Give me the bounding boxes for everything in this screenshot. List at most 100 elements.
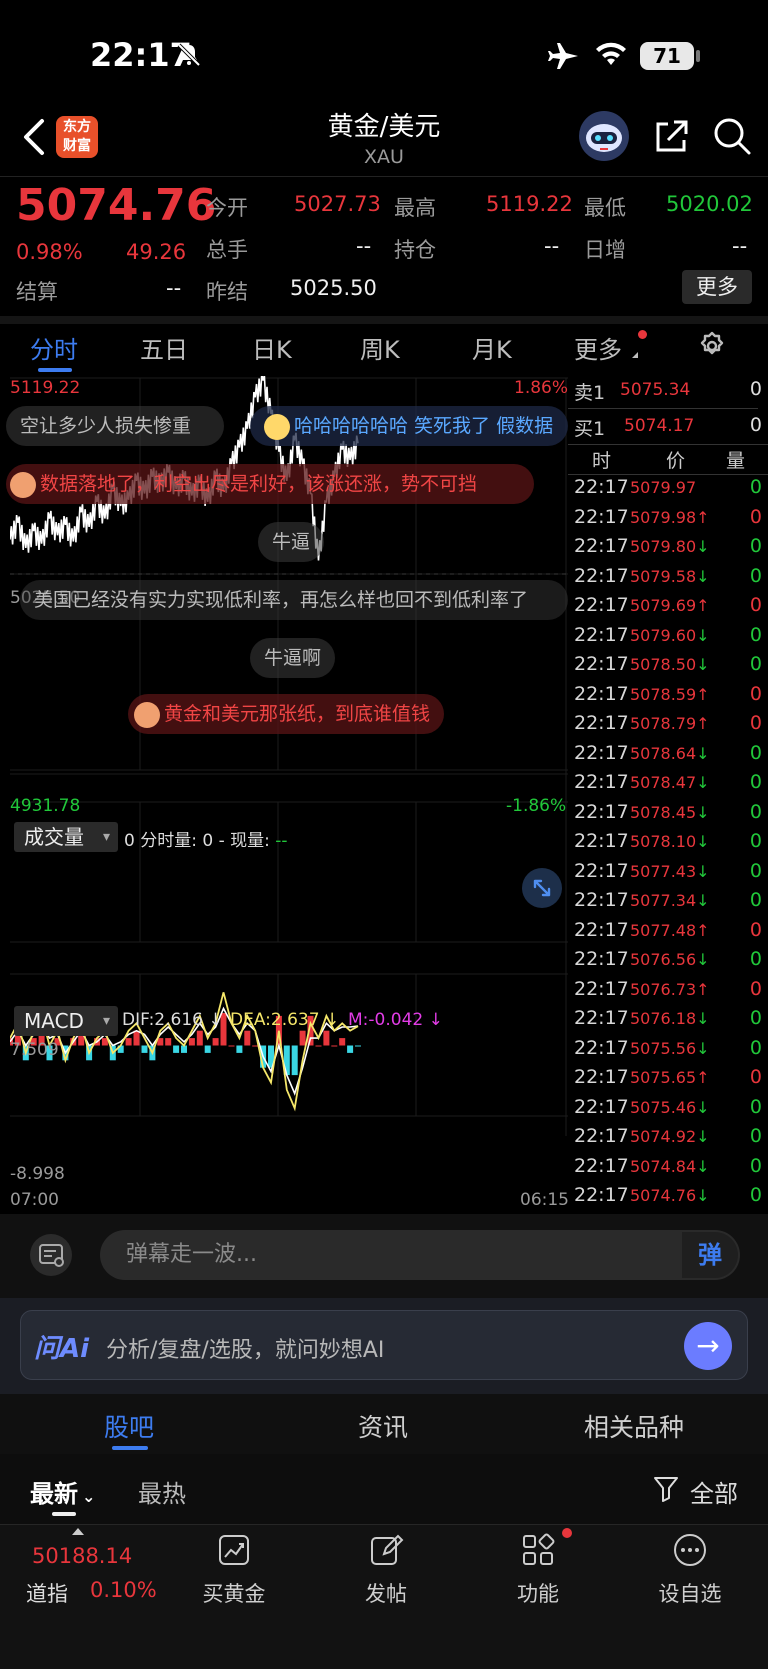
danmu-comment[interactable]: 空让多少人损失惨重 [6,406,224,446]
tick-time: 22:17 [574,682,629,705]
filter-hot[interactable]: 最热 [138,1474,186,1509]
nav-buy-gold[interactable]: 买黄金 [184,1578,284,1608]
ai-input[interactable]: 分析/复盘/选股，就问妙想AI [106,1332,384,1364]
high-value: 5119.22 [486,192,573,216]
filter-indicator [52,1512,76,1516]
notification-dot [562,1528,572,1538]
filter-icon[interactable] [652,1474,680,1504]
tick-time: 22:17 [574,918,629,941]
tick-row: 22:17 5075.46↓ 0 [568,1096,768,1126]
macd-bar [196,1030,203,1046]
bid-row: 买1 5074.17 0 [568,414,768,444]
danmu-comment[interactable]: 牛逼啊 [250,638,336,678]
ask-row: 卖1 5075.34 0 [568,378,768,408]
header-divider [0,176,768,177]
danmu-comment[interactable]: 美国已经没有实力实现低利率，再怎么样也回不到低利率了 [20,580,568,620]
tick-time: 22:17 [574,1154,629,1177]
compose-icon[interactable] [368,1532,404,1568]
danmu-settings-icon[interactable] [30,1234,72,1276]
tick-header: 时 价 量 [568,446,768,476]
low-value: 5020.02 [666,192,753,216]
back-icon[interactable] [22,118,46,156]
tick-direction-icon: ↓ [696,1009,710,1028]
danmu-input[interactable]: 弹幕走一波... [100,1230,740,1280]
tick-direction-icon: ↓ [696,625,710,645]
macd-bar [188,1038,195,1046]
more-options-icon[interactable] [672,1532,708,1568]
tick-row: 22:17 5079.97 0 [568,476,768,506]
chevron-down-icon: ⌄ [82,1487,96,1506]
nav-post[interactable]: 发帖 [336,1578,436,1608]
tick-price: 5076.73↑ [630,980,710,999]
tab-monthly-k[interactable]: 月K [472,330,512,365]
expand-icon[interactable] [522,868,562,908]
app-logo[interactable]: 东方 财富 [56,116,98,158]
ai-robot-icon[interactable] [578,110,630,162]
tick-volume: 0 [749,948,762,970]
volume-indicator-select[interactable]: 成交量 [14,822,118,852]
tick-price: 5078.64↓ [630,744,710,763]
index-percent[interactable]: 0.10% [90,1578,157,1602]
buy-gold-icon[interactable] [216,1532,252,1568]
wifi-icon [596,42,626,65]
tick-row: 22:17 5078.79↑ 0 [568,712,768,742]
tick-row: 22:17 5074.76↓ 0 [568,1184,768,1214]
tab-forum[interactable]: 股吧 [104,1408,154,1444]
tick-time: 22:17 [574,1036,629,1059]
tick-price-value: 5079.97 [630,478,697,497]
tab-news[interactable]: 资讯 [358,1408,408,1444]
tick-price-value: 5077.43 [630,861,697,881]
macd-dif-value: DIF:2.616 ↓ [122,1010,223,1030]
index-name[interactable]: 道指 [26,1578,68,1608]
tick-price-value: 5079.69 [630,596,697,615]
danmu-comment[interactable]: 牛逼 [258,522,325,562]
macd-bar [331,1045,338,1047]
filter-latest-label: 最新 [30,1480,78,1508]
gear-icon[interactable] [696,330,728,362]
filter-all[interactable]: 全部 [690,1474,738,1509]
bid-price: 5074.17 [624,416,695,436]
tab-weekly-k[interactable]: 周K [360,330,400,365]
apps-icon[interactable] [520,1532,556,1568]
more-quote-button[interactable]: 更多 [682,270,752,304]
nav-functions[interactable]: 功能 [488,1578,588,1608]
tick-price-value: 5078.47 [630,773,697,792]
tick-time: 22:17 [574,771,629,793]
ai-go-button[interactable]: → [684,1322,732,1370]
tick-row: 22:17 5074.84↓ 0 [568,1155,768,1185]
tab-more[interactable]: 更多 [574,330,622,365]
tick-row: 22:17 5079.58↓ 0 [568,565,768,595]
tick-row: 22:17 5078.64↓ 0 [568,742,768,772]
nav-add-watchlist[interactable]: 设自选 [640,1578,740,1608]
macd-bar [228,1045,235,1047]
tick-price-value: 5074.76 [630,1186,697,1205]
danmu-send-button[interactable]: 弹 [682,1232,738,1278]
share-icon[interactable] [652,118,690,156]
tab-related[interactable]: 相关品种 [584,1408,684,1444]
tick-price: 5074.76↓ [630,1186,710,1205]
tick-volume: 0 [749,1066,762,1088]
tick-time: 22:17 [574,505,629,528]
danmu-comment[interactable]: 黄金和美元那张纸，到底谁值钱 [128,694,445,734]
tab-intraday[interactable]: 分时 [30,330,78,365]
tick-list[interactable]: 22:17 5079.97 0 22:17 5079.98↑ 0 22:17 5079.80↓… [568,476,768,1212]
tick-price: 5077.34↓ [630,891,710,910]
danmu-comment[interactable]: 哈哈哈哈哈哈 笑死我了 假数据 [250,406,568,446]
tick-volume: 0 [749,535,762,557]
index-value[interactable]: 50188.14 [32,1544,132,1568]
filter-latest[interactable]: 最新 ⌄ [30,1474,95,1509]
danmu-comment[interactable]: 数据落地了，利空出尽是利好，该涨还涨，势不可挡 [6,464,534,504]
macd-indicator-select[interactable]: MACD [14,1006,118,1036]
tab-five-day[interactable]: 五日 [140,330,188,365]
tick-row: 22:17 5077.48↑ 0 [568,919,768,949]
tick-time: 22:17 [574,800,629,823]
tick-volume: 0 [749,771,762,793]
tick-row: 22:17 5079.60↓ 0 [568,624,768,654]
tick-time: 22:17 [574,535,629,557]
tick-time: 22:17 [574,1184,629,1206]
tick-price: 5074.92↓ [630,1127,710,1146]
tick-price: 5079.69↑ [630,596,710,615]
tab-daily-k[interactable]: 日K [252,330,292,365]
search-icon[interactable] [712,116,752,156]
tick-direction-icon: ↓ [696,655,710,674]
